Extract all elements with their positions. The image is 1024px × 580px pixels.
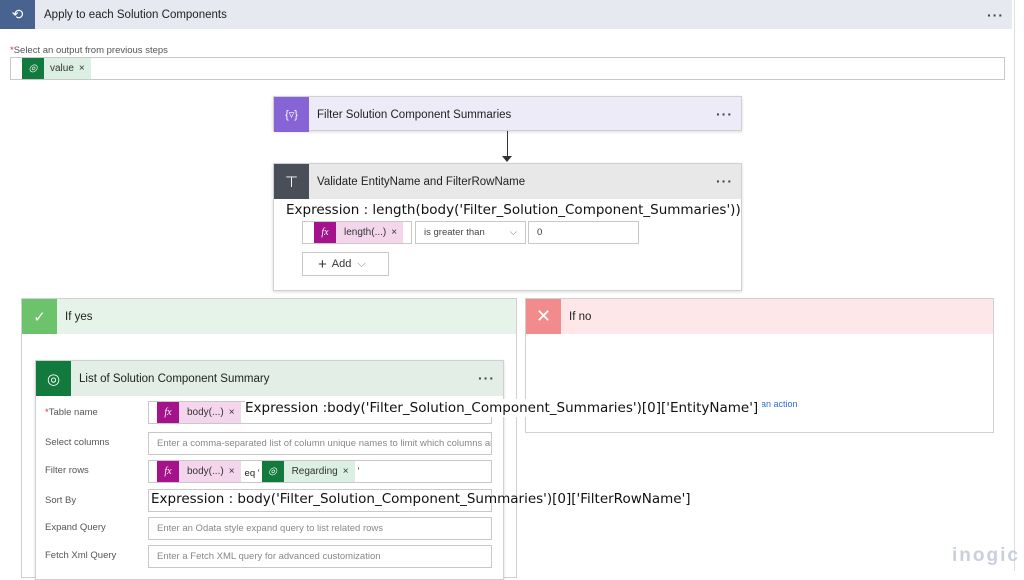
dataverse-icon: ◎ xyxy=(22,58,44,79)
label-sort-by: Sort By xyxy=(45,495,77,506)
dataverse-icon: ◎ xyxy=(261,461,284,482)
check-icon: ✓ xyxy=(22,299,57,334)
loop-more-button[interactable]: ··· xyxy=(987,8,1004,22)
add-label: Add xyxy=(331,258,352,270)
scrollbar-track[interactable] xyxy=(1014,0,1015,571)
condition-value-input[interactable]: 0 xyxy=(528,221,639,244)
filter-array-icon: {▿} xyxy=(274,97,309,132)
operator-value: is greater than xyxy=(424,227,485,238)
output-input[interactable]: ◎ value × xyxy=(10,57,1005,80)
value-chip[interactable]: ◎ value × xyxy=(22,58,91,79)
output-label: *Select an output from previous steps xyxy=(10,45,168,56)
list-more-button[interactable]: ··· xyxy=(478,371,495,385)
chevron-down-icon: ⌵ xyxy=(509,227,517,238)
label-expand-query: Expand Query xyxy=(45,522,106,533)
label-table-name: *Table name xyxy=(45,407,98,418)
length-chip[interactable]: fx length(...) × xyxy=(314,222,404,243)
filter-operator-text: eq ' xyxy=(244,468,260,479)
arrow-head-icon xyxy=(502,156,512,162)
condition-left-operand[interactable]: fx length(...) × xyxy=(302,221,412,244)
chip-text: Regarding xyxy=(291,466,338,477)
chip-text: length(...) xyxy=(344,227,387,238)
add-button[interactable]: + Add ⌵ xyxy=(302,252,389,276)
chip-text: body(...) xyxy=(187,407,224,418)
label-filter-rows: Filter rows xyxy=(45,465,89,476)
filter-more-button[interactable]: ··· xyxy=(716,107,733,121)
chip-remove-icon[interactable]: × xyxy=(79,63,91,74)
filter-tail-text: ' xyxy=(357,466,360,477)
condition-title: Validate EntityName and FilterRowName xyxy=(317,175,526,188)
loop-title: Apply to each Solution Components xyxy=(44,8,227,21)
filter-card[interactable]: {▿} Filter Solution Component Summaries … xyxy=(273,96,742,132)
expand-query-input[interactable]: Enter an Odata style expand query to lis… xyxy=(148,517,492,540)
label-select-columns: Select columns xyxy=(45,437,110,448)
fx-icon: fx xyxy=(157,461,179,482)
plus-icon: + xyxy=(318,255,327,273)
dataverse-icon: ◎ xyxy=(36,361,71,396)
chip-text: value xyxy=(50,63,74,74)
chip-remove-icon[interactable]: × xyxy=(229,407,241,418)
operator-select[interactable]: is greater than ⌵ xyxy=(415,221,526,244)
filter-card-title: Filter Solution Component Summaries xyxy=(317,108,512,121)
add-action-link[interactable]: an action xyxy=(761,399,798,409)
label-fetch-xml: Fetch Xml Query xyxy=(45,550,117,561)
select-columns-input[interactable]: Enter a comma-separated list of column u… xyxy=(148,432,492,455)
chip-text: body(...) xyxy=(187,466,224,477)
label-text: Table name xyxy=(48,407,98,418)
chip-remove-icon[interactable]: × xyxy=(391,227,403,238)
filter-rows-input[interactable]: fx body(...) × eq ' ◎ Regarding × ' xyxy=(148,460,492,483)
condition-expression-note: Expression : length(body('Filter_Solutio… xyxy=(286,202,741,218)
chevron-down-icon: ⌵ xyxy=(357,257,366,270)
watermark-logo: inogic xyxy=(952,545,1020,566)
output-label-text: Select an output from previous steps xyxy=(13,45,168,56)
if-no-title: If no xyxy=(569,310,592,323)
chip-remove-icon[interactable]: × xyxy=(343,466,355,477)
condition-icon: ⊤ xyxy=(274,164,309,199)
chip-remove-icon[interactable]: × xyxy=(229,466,241,477)
body-chip[interactable]: fx body(...) × xyxy=(157,402,241,423)
fx-icon: fx xyxy=(157,402,179,423)
condition-card[interactable]: ⊤ Validate EntityName and FilterRowName … xyxy=(273,163,742,291)
connector-arrow xyxy=(507,131,508,159)
fetch-xml-input[interactable]: Enter a Fetch XML query for advanced cus… xyxy=(148,545,492,568)
if-yes-title: If yes xyxy=(65,310,93,323)
sort-by-expression-note: Expression : body('Filter_Solution_Compo… xyxy=(151,491,691,507)
table-name-expression-note: Expression :body('Filter_Solution_Compon… xyxy=(245,399,763,417)
loop-icon: ⟲ xyxy=(0,0,35,29)
fx-icon: fx xyxy=(314,222,336,243)
body-chip[interactable]: fx body(...) × xyxy=(157,461,241,482)
close-icon: ✕ xyxy=(526,299,561,334)
regarding-chip[interactable]: ◎ Regarding × xyxy=(261,461,355,482)
apply-to-each-header[interactable]: ⟲ Apply to each Solution Components ··· xyxy=(0,0,1012,29)
condition-more-button[interactable]: ··· xyxy=(716,174,733,188)
list-title: List of Solution Component Summary xyxy=(79,372,270,385)
